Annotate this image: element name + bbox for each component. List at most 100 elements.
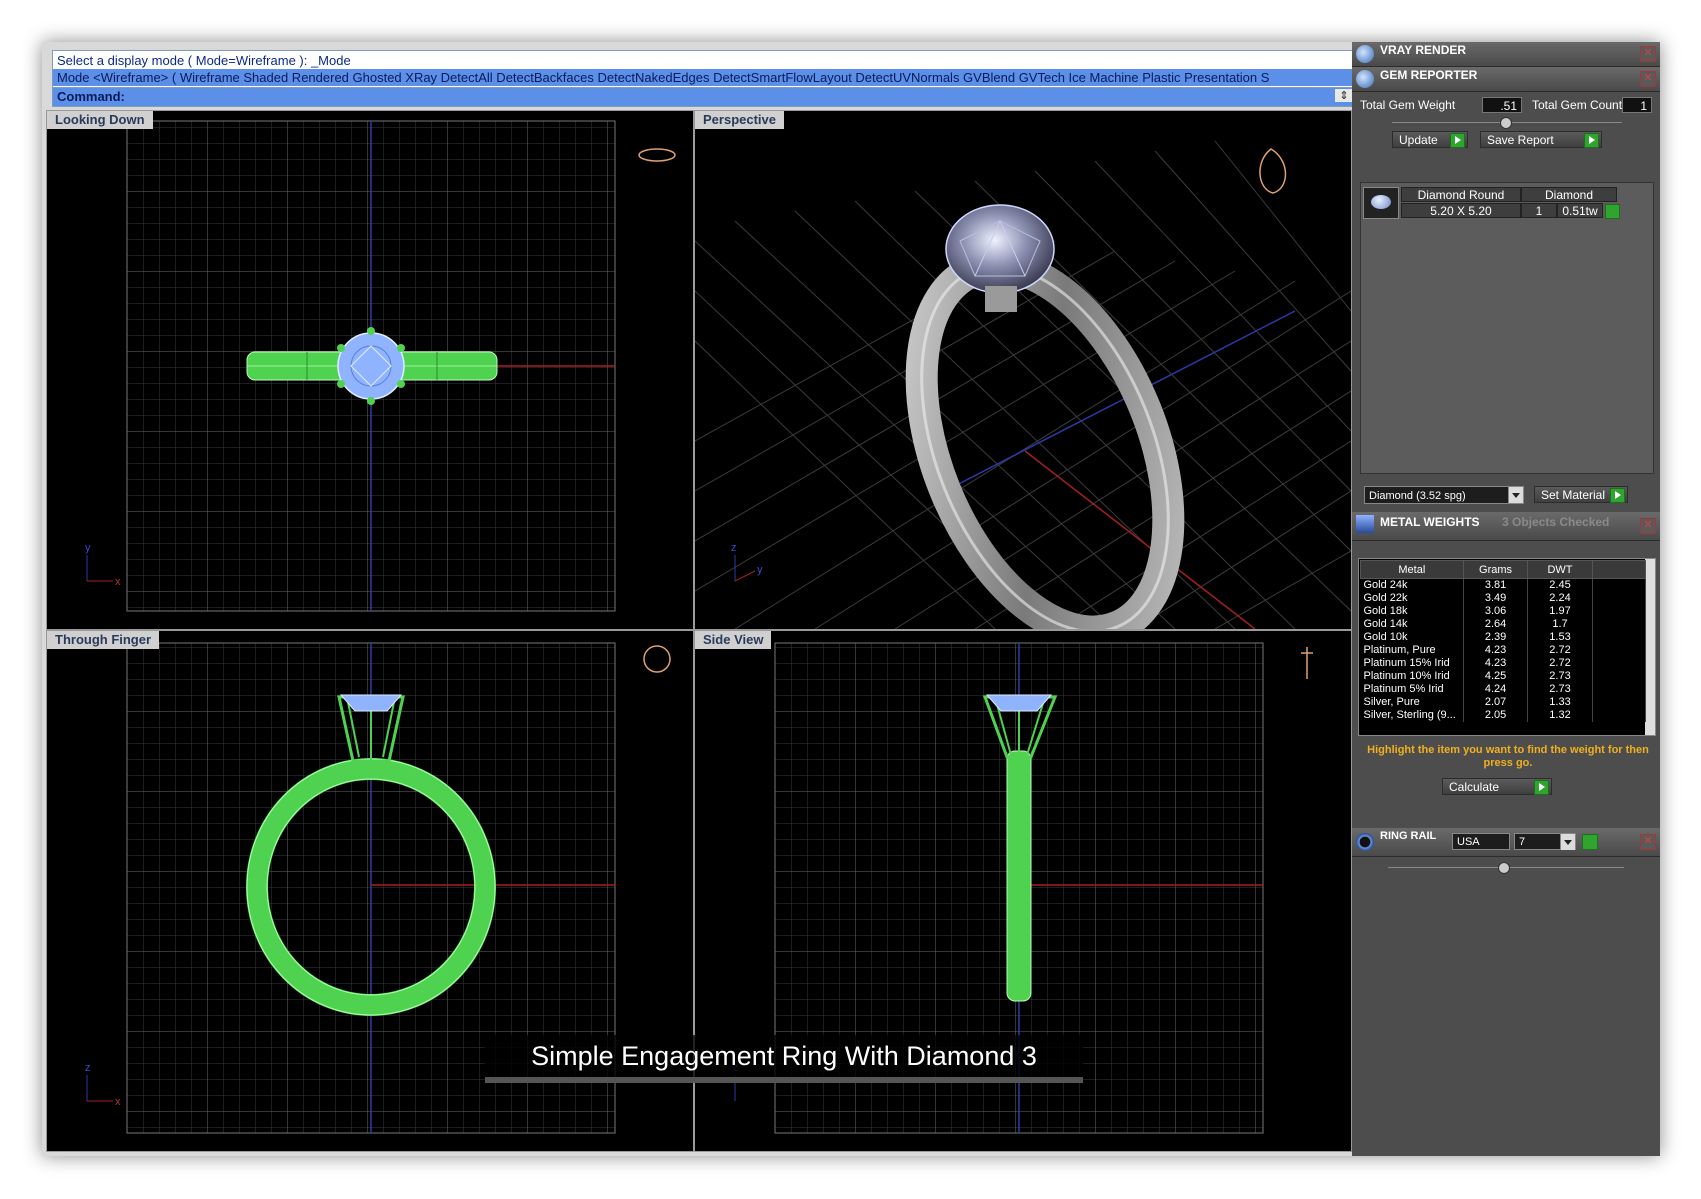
ring-rail-title: RING RAIL — [1380, 830, 1437, 842]
diamond-round-icon — [1363, 187, 1399, 219]
go-icon — [1534, 780, 1549, 795]
command-line[interactable]: Command: ⇕◂▸ — [52, 87, 1396, 107]
cell-metal: Platinum 15% Irid — [1360, 657, 1464, 670]
perspective-canvas: z y — [695, 140, 1351, 629]
chevron-down-icon — [1560, 834, 1575, 850]
save-report-label: Save Report — [1487, 133, 1554, 147]
cell-dwt: 2.73 — [1527, 683, 1593, 696]
cell-blank — [1592, 578, 1647, 592]
viewport-title[interactable]: Perspective — [695, 111, 784, 129]
ring-size-select[interactable]: 7 — [1514, 833, 1576, 850]
cell-metal: Platinum 5% Irid — [1360, 683, 1464, 696]
table-row[interactable]: Gold 18k 3.06 1.97 — [1360, 605, 1647, 618]
gem-reporter-bar[interactable]: GEM REPORTER ✕ — [1352, 67, 1660, 92]
ring-region-select[interactable]: USA — [1452, 833, 1510, 850]
metal-weights-icon — [1356, 515, 1374, 533]
cell-blank — [1592, 709, 1647, 722]
table-row[interactable]: Silver, Sterling (9... 2.05 1.32 — [1360, 709, 1647, 722]
total-gem-weight-label: Total Gem Weight — [1360, 98, 1456, 112]
cell-metal: Gold 24k — [1360, 578, 1464, 592]
metal-weights-bar[interactable]: METAL WEIGHTS 3 Objects Checked ✕ — [1352, 512, 1660, 541]
go-icon — [1584, 133, 1599, 148]
table-row[interactable]: Gold 10k 2.39 1.53 — [1360, 631, 1647, 644]
rhino-window: Select a display mode ( Mode=Wireframe )… — [42, 42, 1660, 1156]
vray-render-bar[interactable]: VRAY RENDER ✕ — [1352, 42, 1660, 67]
cell-metal: Gold 14k — [1360, 618, 1464, 631]
command-history-line-2[interactable]: Mode <Wireframe> ( Wireframe Shaded Rend… — [53, 69, 1379, 86]
table-scrollbar[interactable] — [1645, 559, 1655, 735]
axis-z-label: z — [85, 1062, 91, 1074]
cell-blank — [1592, 696, 1647, 709]
close-icon[interactable]: ✕ — [1640, 834, 1656, 850]
gem-weight: 0.51tw — [1557, 203, 1603, 218]
command-history: Select a display mode ( Mode=Wireframe )… — [52, 50, 1394, 88]
go-icon[interactable] — [1582, 834, 1598, 850]
go-icon[interactable] — [1605, 204, 1620, 219]
viewport-title[interactable]: Looking Down — [47, 111, 153, 129]
gem-reporter-title: GEM REPORTER — [1380, 68, 1478, 82]
ring-size-value: 7 — [1519, 836, 1526, 848]
close-icon[interactable]: ✕ — [1640, 518, 1656, 534]
set-material-button[interactable]: Set Material — [1534, 486, 1628, 503]
cell-grams: 2.64 — [1463, 618, 1529, 631]
top-view-canvas: y x — [85, 120, 676, 612]
gem-list-item[interactable]: Diamond Round Diamond 5.20 X 5.20 1 0.51… — [1363, 185, 1631, 219]
cell-dwt: 2.45 — [1527, 578, 1593, 592]
viewport-title[interactable]: Through Finger — [47, 631, 160, 649]
cell-dwt: 1.97 — [1527, 605, 1593, 618]
metal-weights-title: METAL WEIGHTS — [1380, 515, 1480, 529]
column-header-dwt[interactable]: DWT — [1527, 560, 1593, 579]
cell-blank — [1592, 657, 1647, 670]
cell-dwt: 2.24 — [1527, 592, 1593, 605]
cell-blank — [1592, 670, 1647, 683]
video-caption: Simple Engagement Ring With Diamond 3 — [485, 1035, 1083, 1083]
cell-metal: Platinum, Pure — [1360, 644, 1464, 657]
table-row[interactable]: Gold 14k 2.64 1.7 — [1360, 618, 1647, 631]
viewport-looking-down[interactable]: Looking Down y x — [46, 110, 694, 630]
gem-type: Diamond Round — [1401, 187, 1521, 202]
metal-weights-table[interactable]: Metal Grams DWT Gold 24k 3.81 2.45 Gold 22k… — [1360, 560, 1647, 722]
calculate-label: Calculate — [1449, 780, 1500, 794]
objects-checked-status: 3 Objects Checked — [1502, 515, 1610, 529]
close-icon[interactable]: ✕ — [1640, 46, 1656, 62]
axis-x-label: x — [115, 576, 121, 588]
go-icon — [1450, 133, 1465, 148]
table-row[interactable]: Silver, Pure 2.07 1.33 — [1360, 696, 1647, 709]
table-row[interactable]: Platinum 10% Irid 4.25 2.73 — [1360, 670, 1647, 683]
table-row[interactable]: Platinum 15% Irid 4.23 2.72 — [1360, 657, 1647, 670]
chevron-down-icon — [1508, 487, 1523, 503]
go-icon — [1610, 488, 1625, 503]
viewport-perspective[interactable]: Perspective z y — [694, 110, 1352, 630]
cell-metal: Gold 22k — [1360, 592, 1464, 605]
table-row[interactable]: Gold 22k 3.49 2.24 — [1360, 592, 1647, 605]
table-row[interactable]: Platinum 5% Irid 4.24 2.73 — [1360, 683, 1647, 696]
gem-icon — [1356, 70, 1374, 88]
cell-metal: Silver, Pure — [1360, 696, 1464, 709]
axis-y-label: y — [757, 564, 763, 576]
vray-title: VRAY RENDER — [1380, 43, 1467, 57]
table-row[interactable]: Gold 24k 3.81 2.45 — [1360, 578, 1647, 592]
ring-rail-bar[interactable]: RING RAIL USA 7 ✕ — [1352, 828, 1660, 857]
gem-size: 5.20 X 5.20 — [1401, 203, 1521, 218]
slider-handle[interactable] — [1500, 117, 1512, 129]
viewport-title[interactable]: Side View — [695, 631, 772, 649]
column-header-metal[interactable]: Metal — [1360, 560, 1464, 579]
calculate-button[interactable]: Calculate — [1442, 778, 1552, 795]
cell-grams: 3.06 — [1463, 605, 1529, 618]
close-icon[interactable]: ✕ — [1640, 71, 1656, 87]
spin-icon: ⇕ — [1335, 89, 1353, 102]
update-button[interactable]: Update — [1392, 131, 1468, 148]
cell-dwt: 1.32 — [1527, 709, 1593, 722]
material-select[interactable]: Diamond (3.52 spg) — [1364, 486, 1524, 504]
axis-y-label: y — [85, 542, 91, 554]
gem-list[interactable]: Diamond Round Diamond 5.20 X 5.20 1 0.51… — [1360, 182, 1654, 474]
vray-icon — [1356, 45, 1374, 63]
cell-grams: 2.39 — [1463, 631, 1529, 644]
ring-size-slider-handle[interactable] — [1498, 862, 1510, 874]
table-row[interactable]: Platinum, Pure 4.23 2.72 — [1360, 644, 1647, 657]
column-header-grams[interactable]: Grams — [1462, 560, 1529, 579]
total-gem-count-value: 1 — [1622, 97, 1652, 113]
save-report-button[interactable]: Save Report — [1480, 131, 1602, 148]
total-gem-weight-value: .51 — [1482, 97, 1522, 113]
cell-dwt: 1.7 — [1527, 618, 1593, 631]
